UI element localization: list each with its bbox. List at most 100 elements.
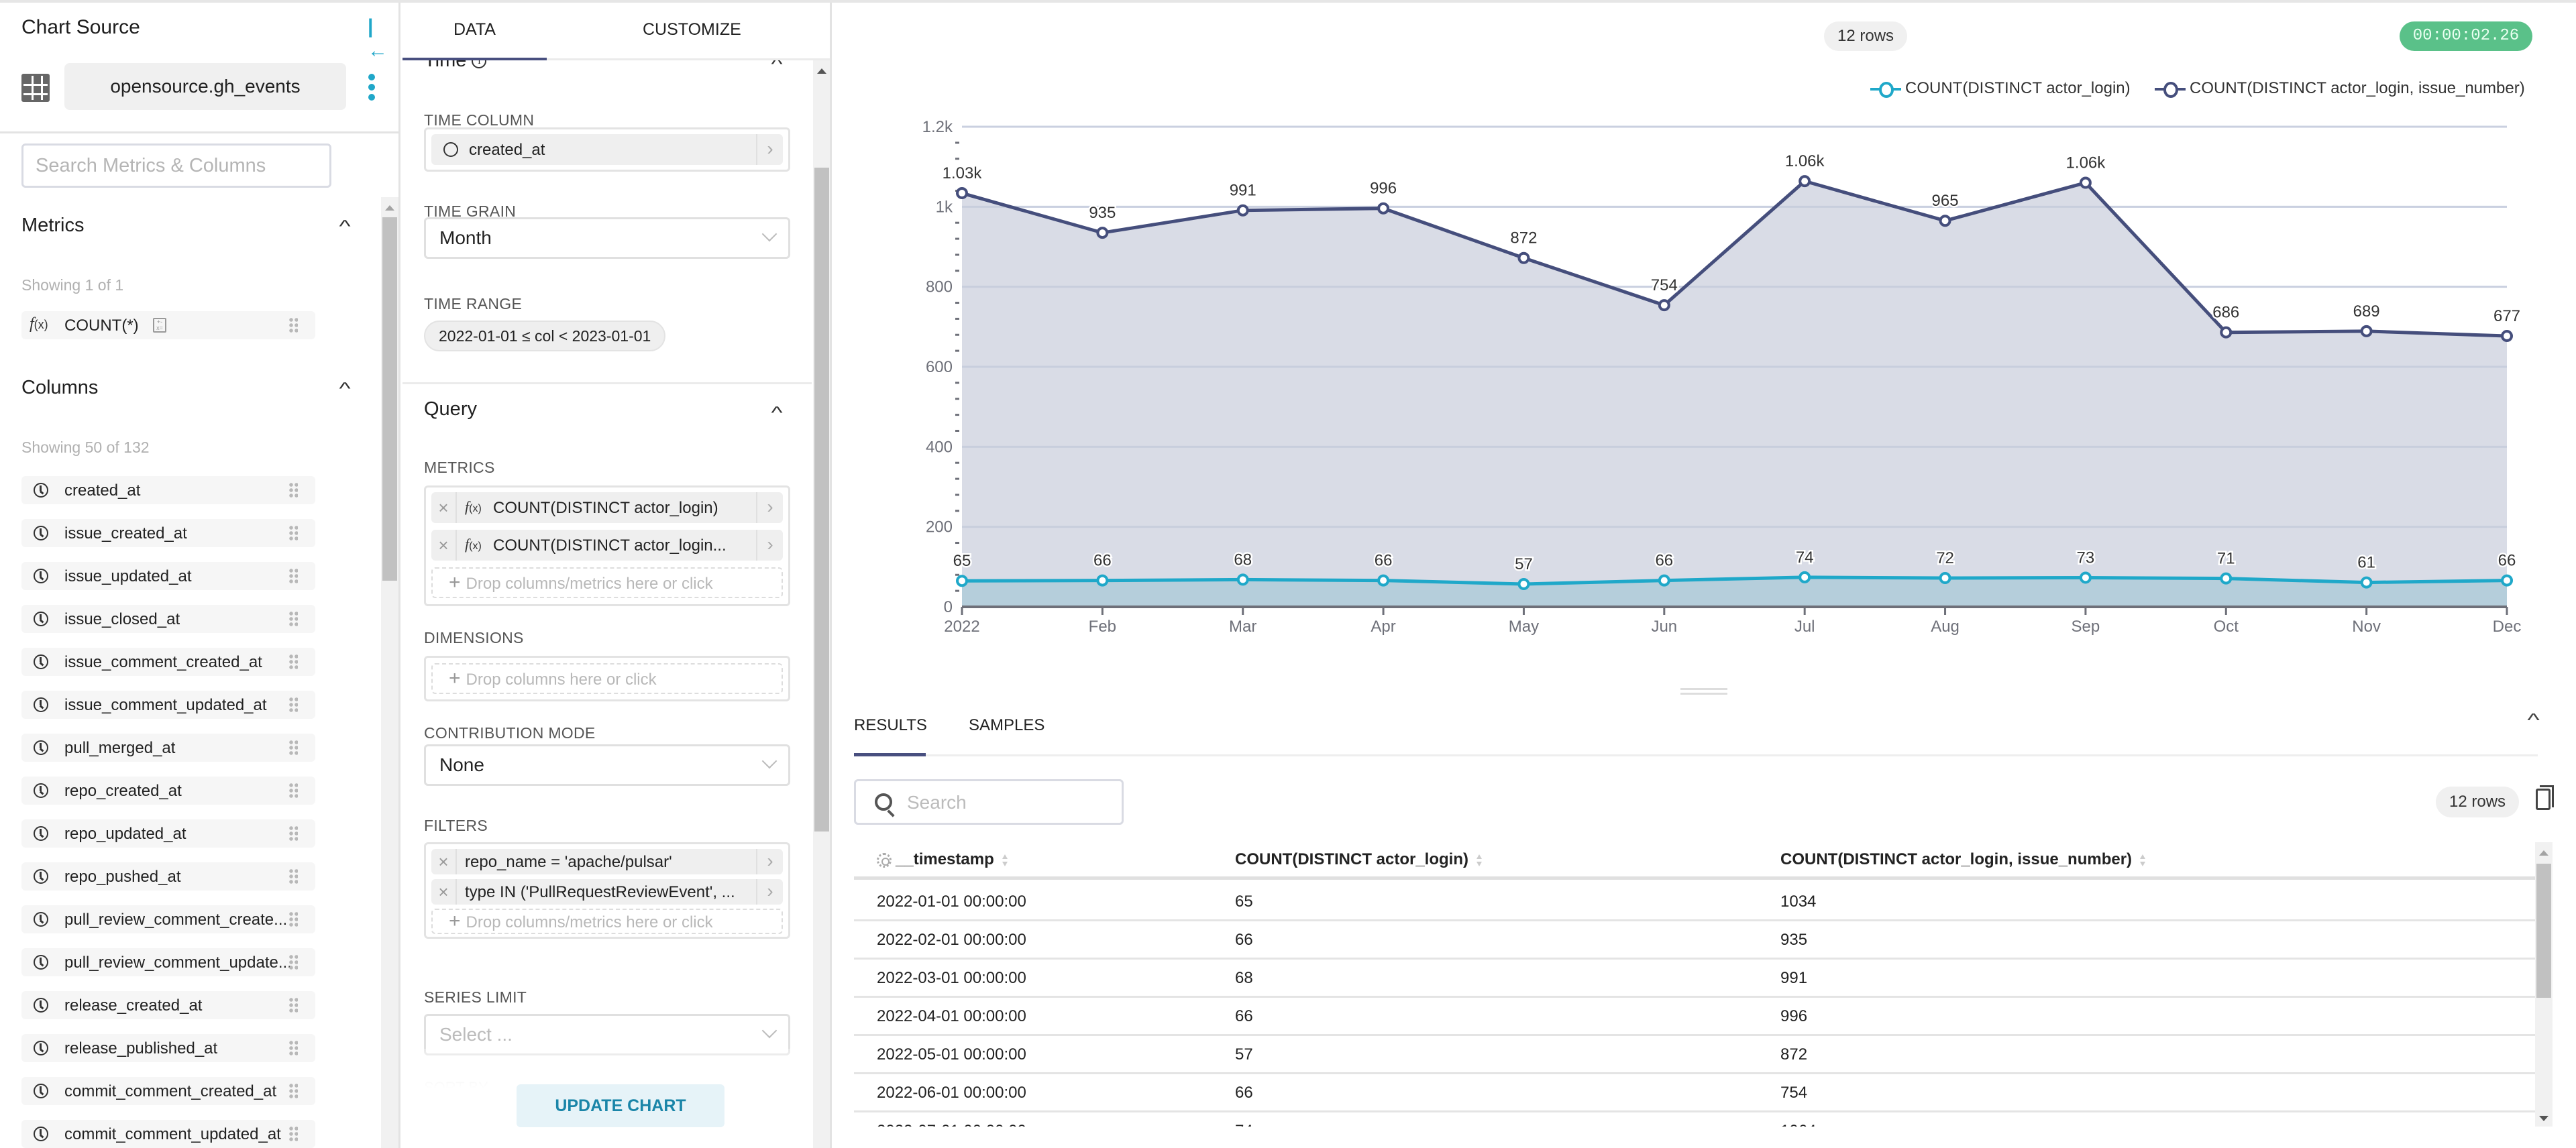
column-item[interactable]: repo_created_at [21, 777, 315, 805]
tab-customize[interactable]: CUSTOMIZE [643, 20, 741, 40]
series-1-point [2501, 574, 2513, 587]
column-label: pull_review_comment_update... [64, 954, 292, 972]
drag-handle-icon[interactable] [288, 1126, 298, 1142]
results-search-input[interactable] [907, 789, 1108, 816]
table-cell: 754 [1780, 1084, 1808, 1102]
metrics-collapse-icon[interactable]: ^ [339, 216, 351, 237]
collapse-panel-icon[interactable]: |← [368, 15, 392, 62]
column-item[interactable]: release_published_at [21, 1034, 315, 1062]
drag-handle-icon[interactable] [288, 783, 298, 799]
collapse-results-icon[interactable]: ^ [2527, 709, 2539, 731]
column-item[interactable]: pull_merged_at [21, 734, 315, 762]
dataset-menu-icon[interactable] [365, 72, 378, 103]
column-item[interactable]: issue_updated_at [21, 562, 315, 590]
column-header-metric-2[interactable]: COUNT(DISTINCT actor_login, issue_number… [1780, 850, 2146, 869]
sort-icon [1477, 854, 1482, 866]
column-item[interactable]: issue_created_at [21, 519, 315, 547]
drag-handle-icon[interactable] [288, 825, 298, 842]
search-metrics-columns-input[interactable] [21, 144, 331, 188]
drag-handle-icon[interactable] [288, 568, 298, 584]
drag-handle-icon[interactable] [288, 525, 298, 541]
drag-handle-icon[interactable] [288, 697, 298, 713]
chevron-right-icon[interactable]: › [756, 879, 783, 905]
column-item[interactable]: commit_comment_created_at [21, 1077, 315, 1105]
metrics-section-header[interactable]: Metrics [21, 215, 84, 237]
contribution-mode-select[interactable]: None [424, 744, 790, 786]
metric-pill[interactable]: × f(x) COUNT(DISTINCT actor_login... › [431, 530, 783, 561]
drag-handle-icon[interactable] [288, 482, 298, 498]
drag-handle-icon[interactable] [288, 1083, 298, 1099]
metric-item[interactable]: f(x) COUNT(*) +- x= [21, 311, 315, 339]
drag-handle-icon[interactable] [288, 1040, 298, 1056]
drag-handle-icon[interactable] [288, 868, 298, 884]
filter-pill[interactable]: × repo_name = 'apache/pulsar' › [431, 849, 783, 874]
table-cell: 2022-01-01 00:00:00 [877, 893, 1026, 911]
column-item[interactable]: repo_pushed_at [21, 862, 315, 891]
x-tick-label: Jun [1651, 618, 1677, 636]
time-range-pill[interactable]: 2022-01-01 ≤ col < 2023-01-01 [424, 321, 666, 351]
drag-handle-icon[interactable] [288, 740, 298, 756]
resize-handle[interactable] [1680, 688, 1727, 695]
tab-results[interactable]: RESULTS [854, 716, 927, 735]
time-column-pill[interactable]: created_at › [431, 134, 783, 165]
series-2-data-label: 872 [1510, 229, 1537, 247]
gear-icon[interactable] [877, 852, 892, 868]
drag-handle-icon[interactable] [288, 954, 298, 970]
remove-icon[interactable]: × [431, 492, 457, 523]
dimensions-drop-zone[interactable]: + Drop columns here or click [431, 663, 783, 694]
columns-section-header[interactable]: Columns [21, 377, 98, 399]
dataset-name[interactable]: opensource.gh_events [64, 63, 346, 110]
results-search[interactable] [854, 779, 1124, 825]
table-cell: 65 [1235, 893, 1253, 911]
column-item[interactable]: created_at [21, 476, 315, 504]
drag-handle-icon[interactable] [288, 997, 298, 1013]
column-item[interactable]: issue_closed_at [21, 605, 315, 633]
remove-icon[interactable]: × [431, 879, 457, 905]
chevron-right-icon[interactable]: › [756, 849, 783, 874]
chevron-right-icon[interactable]: › [756, 134, 783, 165]
source-scrollbar[interactable] [381, 197, 398, 1148]
table-cell: 996 [1780, 1007, 1808, 1025]
series-1-point [2360, 576, 2373, 589]
tab-samples[interactable]: SAMPLES [969, 716, 1044, 735]
update-chart-button[interactable]: UPDATE CHART [517, 1084, 724, 1127]
column-header-timestamp[interactable]: __timestamp [877, 850, 1008, 869]
column-item[interactable]: repo_updated_at [21, 819, 315, 848]
legend-item-series-1[interactable]: COUNT(DISTINCT actor_login) [1870, 79, 2131, 98]
metrics-drop-zone[interactable]: + Drop columns/metrics here or click [431, 567, 783, 598]
drag-handle-icon[interactable] [288, 611, 298, 627]
column-item[interactable]: commit_comment_updated_at [21, 1120, 315, 1148]
column-item[interactable]: pull_review_comment_create... [21, 905, 315, 933]
metric-pill[interactable]: × f(x) COUNT(DISTINCT actor_login) › [431, 492, 783, 523]
column-header-metric-1[interactable]: COUNT(DISTINCT actor_login) [1235, 850, 1482, 869]
column-item[interactable]: issue_comment_created_at [21, 648, 315, 676]
series-2-point [1799, 175, 1811, 188]
table-scrollbar[interactable] [2535, 842, 2553, 1127]
drag-handle-icon[interactable] [288, 317, 298, 333]
series-1-point [2220, 572, 2233, 585]
table-row: 2022-01-01 00:00:00 65 1034 [854, 883, 2535, 921]
series-1-point [1377, 574, 1390, 587]
chevron-right-icon[interactable]: › [756, 530, 783, 561]
series-2-data-label: 991 [1230, 182, 1256, 200]
drag-handle-icon[interactable] [288, 654, 298, 670]
clock-icon [34, 998, 48, 1013]
drag-handle-icon[interactable] [288, 911, 298, 927]
filters-drop-zone[interactable]: + Drop columns/metrics here or click [431, 909, 783, 934]
remove-icon[interactable]: × [431, 530, 457, 561]
legend-item-series-2[interactable]: COUNT(DISTINCT actor_login, issue_number… [2155, 79, 2525, 98]
column-item[interactable]: release_created_at [21, 991, 315, 1019]
chevron-right-icon[interactable]: › [756, 492, 783, 523]
time-grain-select[interactable]: Month [424, 217, 790, 259]
query-section-header[interactable]: Query [424, 398, 477, 420]
copy-icon[interactable] [2536, 785, 2554, 810]
columns-collapse-icon[interactable]: ^ [339, 378, 351, 399]
remove-icon[interactable]: × [431, 849, 457, 874]
column-label: repo_pushed_at [64, 868, 181, 886]
panel-scrollbar[interactable] [813, 60, 830, 1148]
tab-data[interactable]: DATA [453, 20, 496, 40]
filter-pill[interactable]: × type IN ('PullRequestReviewEvent', ...… [431, 879, 783, 905]
query-collapse-icon[interactable]: ^ [771, 402, 783, 423]
column-item[interactable]: issue_comment_updated_at [21, 691, 315, 719]
column-item[interactable]: pull_review_comment_update... [21, 948, 315, 976]
